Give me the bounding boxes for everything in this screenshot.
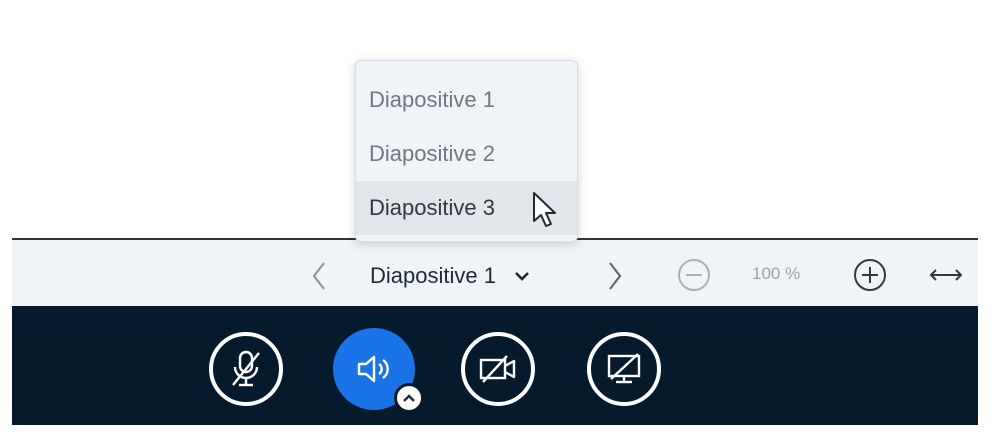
zoom-in-icon — [854, 259, 886, 291]
dropdown-item-slide-2[interactable]: Diapositive 2 — [356, 127, 577, 181]
camera-off-icon — [479, 355, 516, 383]
previous-slide-button[interactable] — [304, 258, 334, 294]
mute-microphone-button[interactable] — [209, 332, 283, 406]
fit-width-button[interactable] — [926, 262, 966, 288]
chevron-up-icon — [403, 394, 415, 402]
next-slide-button[interactable] — [600, 258, 630, 294]
zoom-in-button[interactable] — [852, 257, 888, 293]
presentation-window: Diapositive 1 100 % Diapositive 1 Diapos… — [0, 0, 992, 448]
fit-width-icon — [929, 269, 963, 281]
slide-select-label: Diapositive 1 — [370, 263, 496, 288]
chevron-down-icon — [515, 272, 529, 281]
speaker-icon — [357, 355, 389, 383]
slide-select[interactable]: Diapositive 1 — [370, 258, 530, 294]
dropdown-item-slide-1[interactable]: Diapositive 1 — [356, 73, 577, 127]
audio-options-button[interactable] — [394, 383, 424, 413]
camera-button[interactable] — [461, 332, 535, 406]
screen-share-button[interactable] — [587, 332, 661, 406]
screen-share-off-icon — [607, 353, 641, 384]
chevron-left-icon — [312, 262, 325, 290]
mouse-pointer-icon — [533, 192, 556, 227]
zoom-level: 100 % — [752, 264, 801, 283]
zoom-out-icon — [678, 259, 710, 291]
frame-bottom-edge — [0, 425, 992, 448]
zoom-out-button[interactable] — [676, 257, 712, 293]
chevron-right-icon — [609, 262, 622, 290]
mic-muted-icon — [232, 350, 260, 387]
